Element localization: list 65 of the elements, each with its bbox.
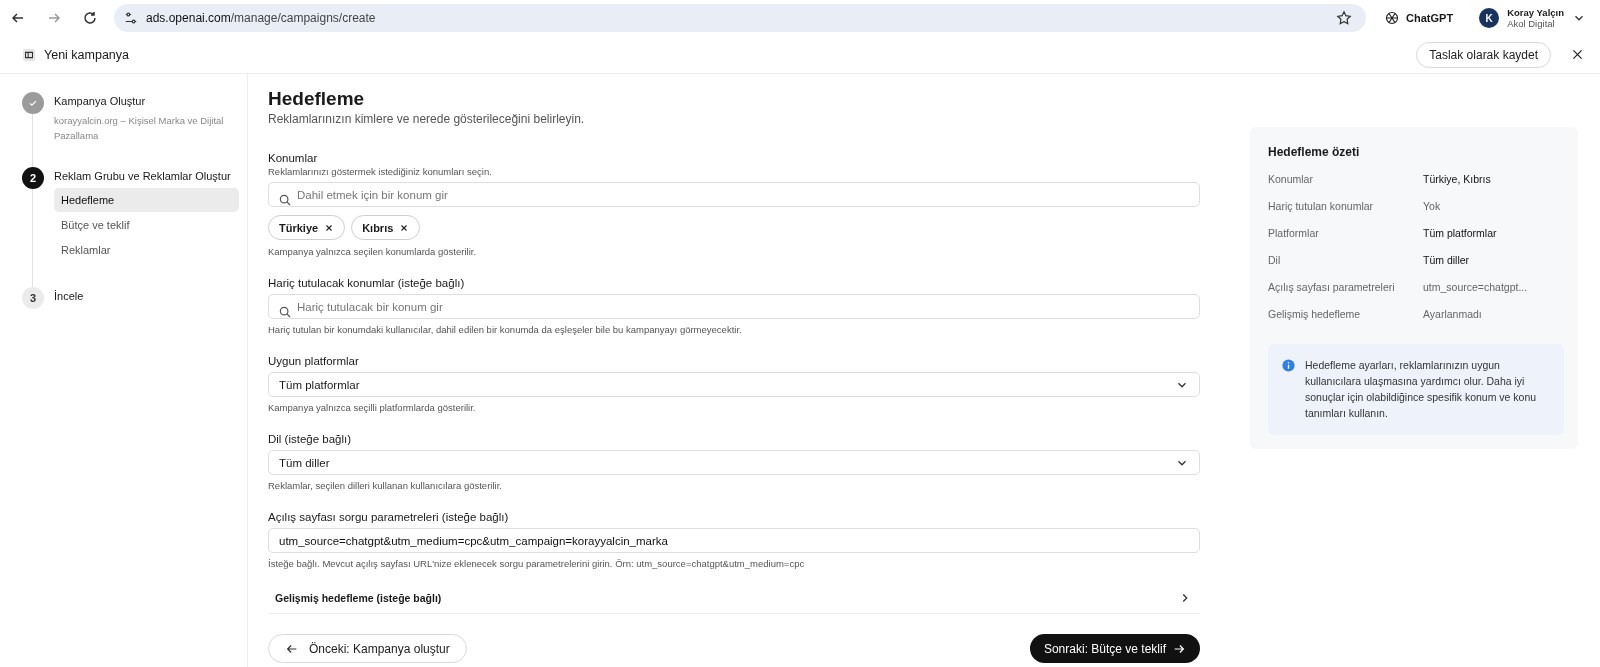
section-subtitle: Reklamlarınızın kimlere ve nerede gösterileceğini belirleyin. (268, 112, 586, 126)
summary-title: Hedefleme özeti (1268, 145, 1361, 159)
summary-label: Dil (1268, 254, 1282, 266)
info-icon (1282, 359, 1295, 372)
reload-icon[interactable] (82, 10, 98, 26)
text-field[interactable]: utm_source=chatgpt&utm_medium=cpc&utm_campaign=korayyalcin_marka (268, 528, 1200, 553)
summary-label: Hariç tutulan konumlar (1268, 200, 1375, 212)
step-nav-item[interactable]: Reklamlar (54, 238, 239, 262)
previous-button[interactable]: Önceki: Kampanya oluştur (268, 634, 467, 663)
toggle-label: Gelişmiş hedefleme (isteğe bağlı) (275, 592, 442, 604)
step-title: Kampanya Oluştur (54, 95, 147, 107)
url-text: ads.openai.com/manage/campaigns/create (146, 11, 376, 25)
info-text: Hedefleme ayarları, reklamlarınızın uygun kullanıcılara ulaşmasına yardımcı olur. Daha iyi sonuçlar için olabildiğince spesifik konum ve konu tanımları kullanın. (1305, 358, 1538, 421)
next-button[interactable]: Sonraki: Bütçe ve teklif (1029, 634, 1200, 663)
page-title: Yeni kampanya (44, 47, 130, 62)
step-nav-item[interactable]: Bütçe ve teklif (54, 213, 239, 237)
remove-icon[interactable] (399, 222, 410, 233)
remove-icon[interactable] (324, 222, 335, 233)
dropdown[interactable]: Tüm platformlar (268, 372, 1200, 397)
knot-logo-icon (1384, 10, 1401, 26)
help-text: Hariç tutulan bir konumdaki kullanıcılar, dahil edilen bir konumda da eşleşeler bile bu kampanyayı görmeyecektir. (268, 324, 743, 335)
help-text: Kampanya yalnızca seçilli platformlarda gösterilir. (268, 402, 477, 413)
close-icon[interactable] (1571, 48, 1584, 61)
summary-label: Gelişmiş hedefleme (1268, 308, 1362, 320)
avatar: K (1479, 8, 1500, 28)
step-badge: 3 (22, 287, 44, 309)
search-field[interactable]: Hariç tutulacak bir konum gir (268, 294, 1200, 319)
step-nav-item[interactable]: Hedefleme (54, 188, 239, 212)
summary-value: utm_source=chatgpt... (1423, 281, 1528, 293)
bookmark-star-icon[interactable] (1336, 10, 1353, 26)
search-field[interactable]: Dahil etmek için bir konum gir (268, 182, 1200, 207)
profile-menu[interactable]: K Koray Yalçın Akol Digital (1479, 7, 1590, 29)
field-label: Dil (isteğe bağlı) (268, 433, 353, 445)
step-subtitle: korayyalcin.org – Kişisel Marka ve Dijital Pazallama (54, 114, 225, 143)
field-description: Reklamlarınızı göstermek istediğiniz konumları seçin. (268, 166, 493, 177)
summary-value: Tüm diller (1423, 254, 1470, 266)
address-bar[interactable]: ads.openai.com/manage/campaigns/create (114, 4, 1367, 32)
search-icon (278, 192, 292, 207)
summary-value: Türkiye, Kıbrıs (1423, 173, 1491, 185)
step-badge: 2 (22, 167, 44, 189)
step-title: İncele (54, 290, 85, 302)
step-title: Reklam Grubu ve Reklamlar Oluştur (54, 170, 232, 182)
search-icon (278, 304, 292, 319)
field-label: Hariç tutulacak konumlar (isteğe bağlı) (268, 277, 466, 289)
help-text: Reklamlar, seçilen dilleri kullanan kullanıcılara gösterilir. (268, 480, 503, 491)
help-text: İsteğe bağlı. Mevcut açılış sayfası URL'nize eklenecek sorgu parametrelerini girin. Örn: utm_source=chatgpt&utm_medium=cpc (268, 558, 806, 569)
field-label: Uygun platformlar (268, 355, 360, 367)
summary-label: Açılış sayfası parametreleri (1268, 281, 1396, 293)
site-settings-icon[interactable] (124, 11, 138, 25)
summary-label: Konumlar (1268, 173, 1314, 185)
section-heading: Hedefleme (268, 88, 366, 110)
field-label: Konumlar (268, 152, 319, 164)
summary-value: Yok (1423, 200, 1441, 212)
summary-label: Platformlar (1268, 227, 1320, 239)
save-draft-button[interactable]: Taslak olarak kaydet (1416, 41, 1551, 68)
advanced-targeting-toggle[interactable]: Gelişmiş hedefleme (isteğe bağlı) (268, 583, 1200, 614)
campaign-icon (22, 47, 36, 62)
profile-organization: Akol Digital (1507, 18, 1556, 29)
help-text: Kampanya yalnızca seçilen konumlarda gösterilir. (268, 246, 478, 257)
summary-value: Ayarlanmadı (1423, 308, 1482, 320)
field-label: Açılış sayfası sorgu parametreleri (isteğe bağlı) (268, 511, 510, 523)
summary-value: Tüm platformlar (1423, 227, 1497, 239)
chatgpt-extension[interactable]: ChatGPT (1378, 10, 1468, 26)
profile-name: Koray Yalçın (1507, 7, 1564, 18)
dropdown[interactable]: Tüm diller (268, 450, 1200, 475)
